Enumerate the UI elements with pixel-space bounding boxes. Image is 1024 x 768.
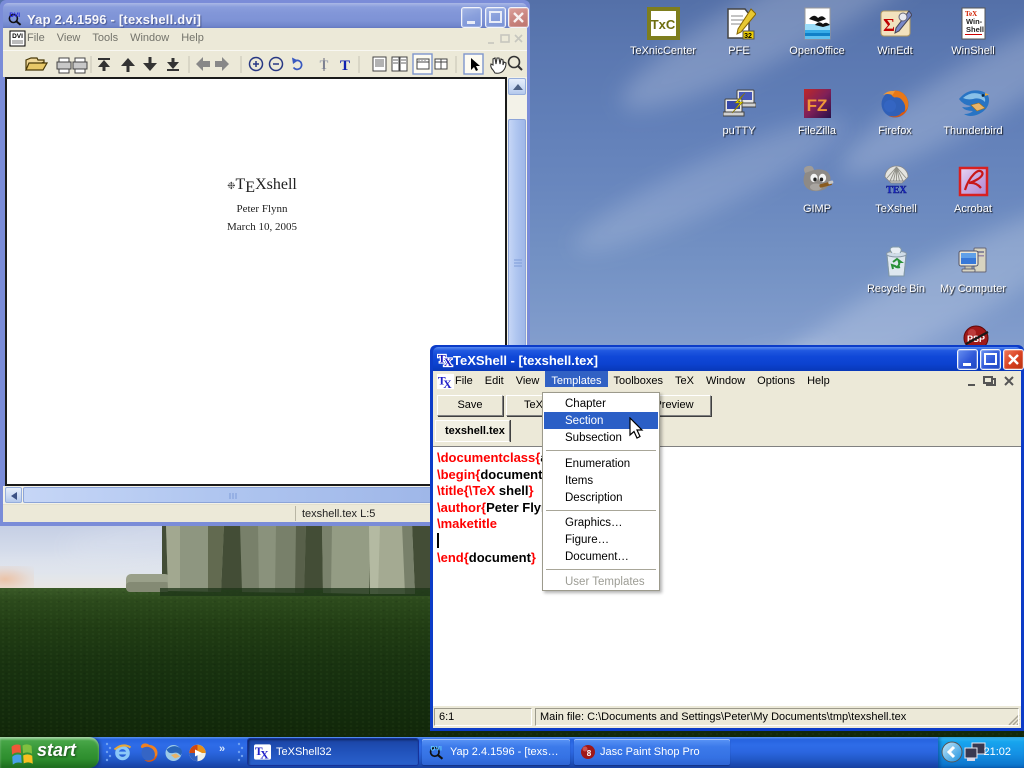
svg-text:Shell: Shell <box>966 25 984 34</box>
svg-text:TxC: TxC <box>650 17 675 32</box>
svg-text:T: T <box>340 58 350 74</box>
svg-text:DVI: DVI <box>12 33 23 40</box>
svg-text:8: 8 <box>587 749 592 758</box>
svg-text:Σ: Σ <box>883 15 895 35</box>
svg-text:FZ: FZ <box>806 96 827 115</box>
svg-text:32: 32 <box>744 33 752 40</box>
svg-text:TEX: TEX <box>886 185 907 196</box>
svg-text:X: X <box>444 355 453 368</box>
svg-text:X: X <box>443 378 452 390</box>
svg-text:DVI: DVI <box>431 745 442 752</box>
svg-text:DVI: DVI <box>9 12 20 19</box>
svg-text:X: X <box>260 749 269 760</box>
